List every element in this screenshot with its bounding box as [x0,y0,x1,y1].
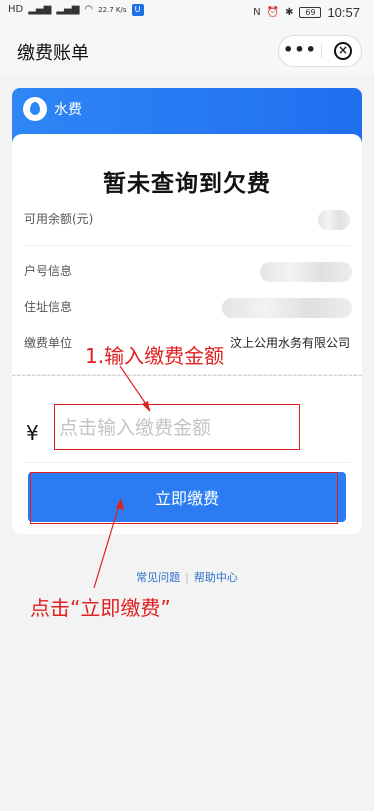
close-icon[interactable]: × [334,42,352,60]
status-bar: HD ▂▄▆ ▂▄▆ ◠ 22.7 K/s U N ⏰ ✱ 69 10:57 [0,0,374,26]
signal-icon: ▂▄▆ [28,4,52,15]
account-row: 户号信息 [24,259,352,283]
faq-link[interactable]: 常见问题 [136,569,180,585]
capsule-divider [321,44,322,58]
footer-links: 常见问题 | 帮助中心 [0,569,374,585]
account-label: 户号信息 [24,264,73,278]
pay-button-highlight-box [30,472,338,524]
row-divider [24,245,350,246]
status-left: HD ▂▄▆ ▂▄▆ ◠ 22.7 K/s U [8,4,144,16]
currency-symbol: ¥ [26,421,39,445]
bill-card: 暂未查询到欠费 可用余额(元) 户号信息 住址信息 缴费单位 汶上公用水务有限公… [12,134,362,374]
water-drop-icon [23,97,47,121]
input-underline [24,462,350,463]
step1-annotation: 1.输入缴费金额 [85,344,225,368]
network-speed: 22.7 K/s [98,5,127,14]
address-label: 住址信息 [24,300,73,314]
nav-header: 缴费账单 ••• × [0,26,374,74]
balance-label: 可用余额(元) [24,212,94,226]
step2-annotation: 点击“立即缴费” [30,596,171,620]
payee-label: 缴费单位 [24,336,73,350]
notification-app-icon: U [131,4,144,16]
battery-icon: 69 [299,7,322,18]
sim-hd-icon: HD [8,4,24,15]
balance-row: 可用余额(元) [24,207,350,231]
page-title: 缴费账单 [17,43,89,64]
footer-separator: | [185,571,189,584]
mini-program-capsule: ••• × [278,35,362,67]
address-value-redacted [222,298,352,318]
account-value-redacted [260,262,352,282]
bill-status-headline: 暂未查询到欠费 [103,171,271,197]
wifi-icon: ◠ [84,4,94,15]
payee-value: 汶上公用水务有限公司 [229,336,350,350]
amount-highlight-box [54,404,300,450]
nfc-icon: N [253,6,261,18]
signal-icon-2: ▂▄▆ [56,4,80,15]
help-center-link[interactable]: 帮助中心 [194,569,238,585]
alarm-icon: ⏰ [266,6,280,18]
status-right: N ⏰ ✱ 69 10:57 [253,5,360,20]
balance-value-redacted [318,210,350,230]
clock: 10:57 [327,5,360,20]
more-icon[interactable]: ••• [279,36,321,66]
bluetooth-icon: ✱ [285,6,294,18]
address-row: 住址信息 [24,295,352,319]
service-label: 水费 [54,102,82,118]
